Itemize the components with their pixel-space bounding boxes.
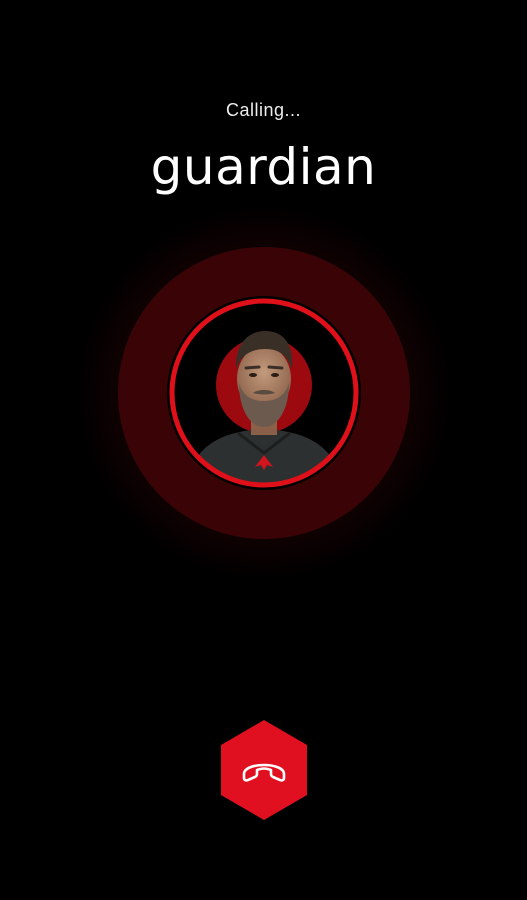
call-screen: Calling... guardian [0,0,527,900]
pulse-rings [76,205,452,581]
end-call-hexagon [221,720,307,820]
avatar-pulse-area [53,183,473,603]
end-call-button[interactable] [219,718,309,822]
call-status-text: Calling... [225,100,302,120]
